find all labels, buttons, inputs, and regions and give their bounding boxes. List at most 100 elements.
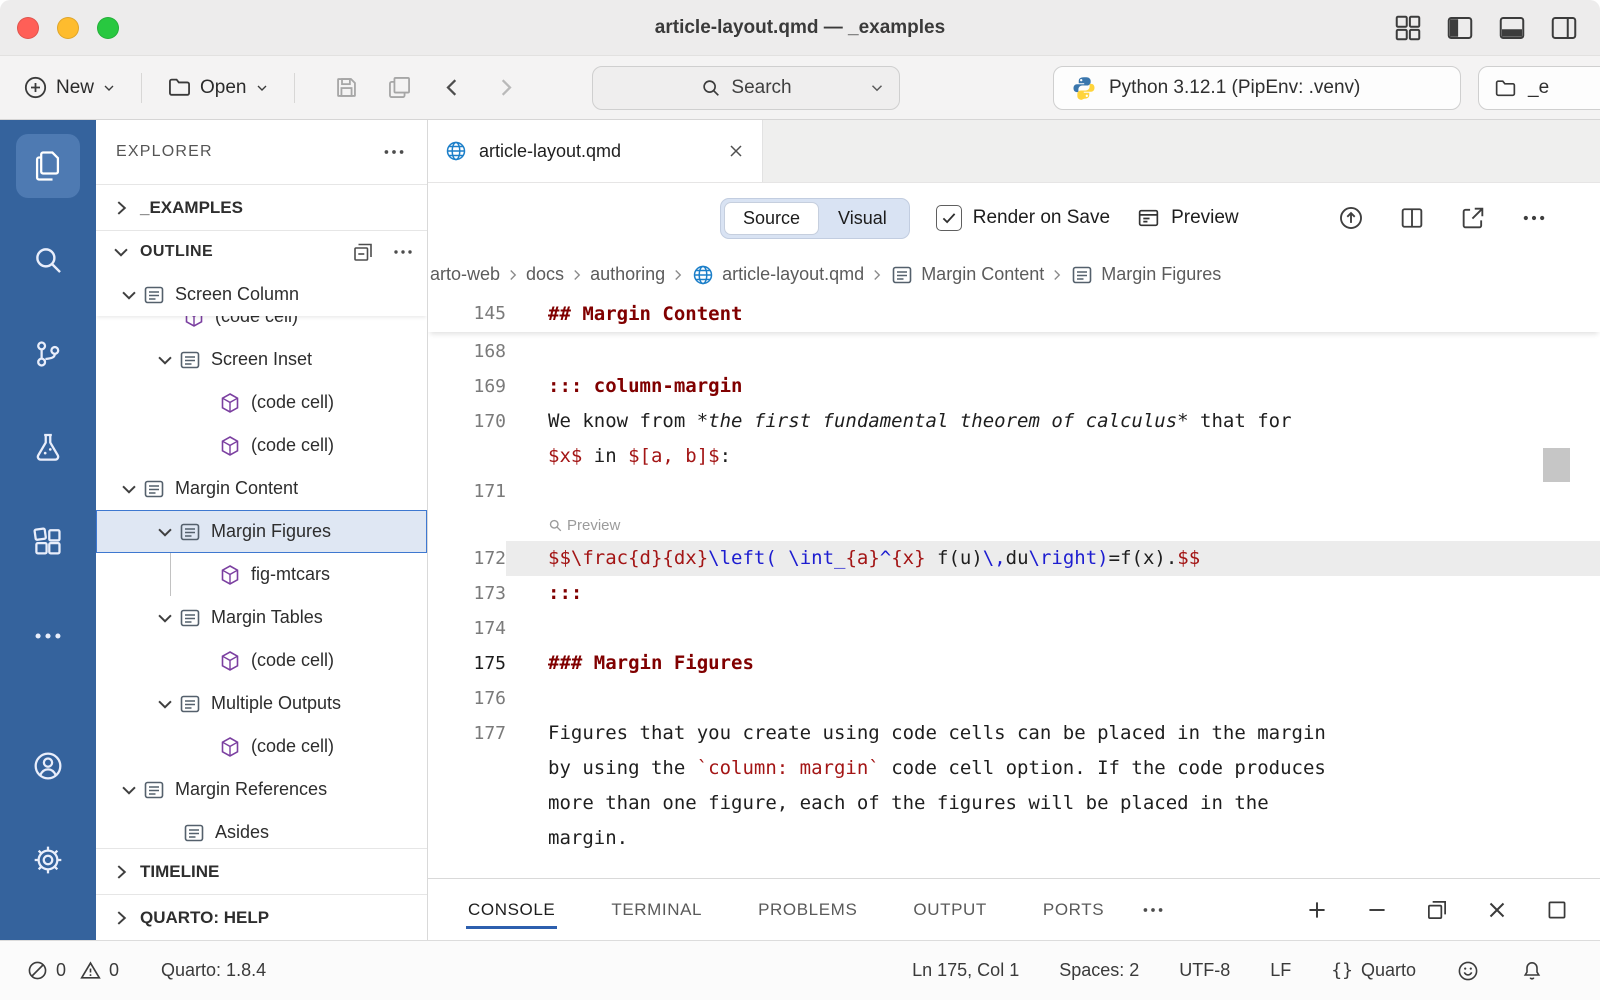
editor-tab-article-layout[interactable]: article-layout.qmd	[428, 120, 763, 182]
navigate-forward-button[interactable]	[492, 74, 519, 101]
more-actions-icon[interactable]	[1140, 897, 1166, 923]
outline-item-code-cell[interactable]: (code cell)	[96, 639, 427, 682]
customize-layout-button[interactable]	[1392, 12, 1424, 44]
publish-icon[interactable]	[1337, 204, 1365, 232]
search-box[interactable]: Search	[592, 66, 900, 110]
toggle-primary-sidebar-button[interactable]	[1444, 12, 1476, 44]
outline-item-screen-column[interactable]: Screen Column	[96, 273, 427, 316]
eol-status[interactable]: LF	[1270, 960, 1291, 981]
breadcrumb-item-article-layout-qmd[interactable]: article-layout.qmd	[691, 263, 864, 287]
split-editor-icon[interactable]	[1398, 204, 1426, 232]
render-on-save-checkbox[interactable]	[936, 205, 962, 231]
save-all-button[interactable]	[386, 74, 413, 101]
code-lens[interactable]: Preview	[428, 509, 1600, 541]
render-on-save-control[interactable]: Render on Save	[936, 205, 1110, 231]
code-line-172[interactable]: 172$$\frac{d}{dx}\left( \int_{a}^{x} f(u…	[428, 541, 1600, 576]
activity-explorer[interactable]	[16, 134, 80, 198]
code-editor[interactable]: 145## Margin Content168169::: column-mar…	[428, 296, 1600, 878]
outline-item-margin-tables[interactable]: Margin Tables	[96, 596, 427, 639]
outline-item-margin-references[interactable]: Margin References	[96, 768, 427, 811]
breadcrumb-item-margin-figures[interactable]: Margin Figures	[1070, 263, 1221, 287]
plus-icon[interactable]	[1304, 897, 1330, 923]
outline-item-fig-mtcars[interactable]: fig-mtcars	[96, 553, 427, 596]
panel-tab-output[interactable]: OUTPUT	[911, 891, 988, 929]
close-icon[interactable]	[1484, 897, 1510, 923]
quarto-version-status[interactable]: Quarto: 1.8.4	[161, 960, 266, 981]
section-icon	[890, 263, 914, 287]
code-line-175[interactable]: 175### Margin Figures	[428, 646, 1600, 681]
breadcrumb-label: article-layout.qmd	[722, 264, 864, 285]
code-line-170[interactable]: 170We know from *the first fundamental t…	[428, 404, 1600, 439]
restore-panel-icon[interactable]	[1424, 897, 1450, 923]
code-line-176[interactable]: 176	[428, 681, 1600, 716]
open-button[interactable]: Open	[162, 70, 273, 105]
more-actions-icon[interactable]	[1520, 204, 1548, 232]
outline-item-code-cell[interactable]: (code cell)	[96, 424, 427, 467]
save-button[interactable]	[333, 74, 360, 101]
cursor-position-status[interactable]: Ln 175, Col 1	[912, 960, 1019, 981]
panel-tab-terminal[interactable]: TERMINAL	[609, 891, 704, 929]
workspace-folder-button[interactable]: _e	[1478, 66, 1600, 110]
breadcrumb-item-docs[interactable]: docs	[526, 264, 564, 285]
new-button[interactable]: New	[18, 70, 121, 105]
outline-item-margin-content[interactable]: Margin Content	[96, 467, 427, 510]
outline-item-multiple-outputs[interactable]: Multiple Outputs	[96, 682, 427, 725]
outline-item-margin-figures[interactable]: Margin Figures	[96, 510, 427, 553]
notifications-bell-icon[interactable]	[1520, 959, 1544, 983]
maximize-panel-icon[interactable]	[1544, 897, 1570, 923]
close-icon[interactable]	[726, 141, 746, 161]
activity-more[interactable]	[16, 604, 80, 668]
sidebar-section-examples[interactable]: _EXAMPLES	[96, 184, 427, 230]
code-line-168[interactable]: 168	[428, 334, 1600, 369]
visual-mode-button[interactable]: Visual	[819, 202, 906, 235]
problems-status[interactable]: 0 0	[26, 959, 119, 982]
language-mode-status[interactable]: {} Quarto	[1331, 960, 1416, 981]
editor-scrollbar[interactable]	[1543, 448, 1570, 482]
outline-item-screen-inset[interactable]: Screen Inset	[96, 338, 427, 381]
code-line-177[interactable]: 177Figures that you create using code ce…	[428, 716, 1600, 751]
indentation-status[interactable]: Spaces: 2	[1059, 960, 1139, 981]
code-line-wrap[interactable]: by using the `column: margin` code cell …	[428, 751, 1600, 786]
source-mode-button[interactable]: Source	[724, 202, 819, 235]
code-line-145[interactable]: 145## Margin Content	[428, 296, 1600, 332]
code-line-171[interactable]: 171	[428, 474, 1600, 509]
minimize-icon[interactable]	[1364, 897, 1390, 923]
activity-source-control[interactable]	[16, 322, 80, 386]
more-actions-icon[interactable]	[391, 240, 415, 264]
feedback-smiley-icon[interactable]	[1456, 959, 1480, 983]
interpreter-selector[interactable]: Python 3.12.1 (PipEnv: .venv)	[1053, 66, 1461, 110]
toggle-panel-button[interactable]	[1496, 12, 1528, 44]
collapse-all-icon[interactable]	[351, 240, 375, 264]
code-line-174[interactable]: 174	[428, 611, 1600, 646]
panel-tab-problems[interactable]: PROBLEMS	[756, 891, 859, 929]
breadcrumb-item-margin-content[interactable]: Margin Content	[890, 263, 1044, 287]
activity-settings[interactable]	[16, 828, 80, 892]
encoding-status[interactable]: UTF-8	[1179, 960, 1230, 981]
more-actions-icon[interactable]	[381, 139, 407, 165]
code-line-wrap[interactable]: more than one figure, each of the figure…	[428, 786, 1600, 821]
code-line-169[interactable]: 169::: column-margin	[428, 369, 1600, 404]
navigate-back-button[interactable]	[439, 74, 466, 101]
breadcrumb-item-authoring[interactable]: authoring	[590, 264, 665, 285]
outline-item-code-cell[interactable]: (code cell)	[96, 381, 427, 424]
outline-item-asides[interactable]: Asides	[96, 811, 427, 848]
outline-item-code-cell[interactable]: (code cell)	[96, 725, 427, 768]
code-line-173[interactable]: 173:::	[428, 576, 1600, 611]
activity-extensions[interactable]	[16, 510, 80, 574]
panel-tab-console[interactable]: CONSOLE	[466, 891, 557, 929]
panel-tab-ports[interactable]: PORTS	[1041, 891, 1106, 929]
open-external-icon[interactable]	[1459, 204, 1487, 232]
preview-button[interactable]: Preview	[1136, 206, 1239, 231]
sidebar-section-quarto-help[interactable]: QUARTO: HELP	[96, 894, 427, 940]
outline-item-label: Asides	[215, 822, 269, 843]
activity-account[interactable]	[16, 734, 80, 798]
activity-search[interactable]	[16, 228, 80, 292]
activity-testing[interactable]	[16, 416, 80, 480]
code-line-wrap[interactable]: margin.	[428, 821, 1600, 856]
code-line-wrap[interactable]: $x$ in $[a, b]$:	[428, 439, 1600, 474]
sidebar-section-timeline[interactable]: TIMELINE	[96, 848, 427, 894]
sidebar-section-outline[interactable]: OUTLINE	[96, 230, 427, 273]
breadcrumb-item-arto-web[interactable]: arto-web	[430, 264, 500, 285]
toggle-secondary-sidebar-button[interactable]	[1548, 12, 1580, 44]
outline-item-label: Screen Column	[175, 284, 299, 305]
